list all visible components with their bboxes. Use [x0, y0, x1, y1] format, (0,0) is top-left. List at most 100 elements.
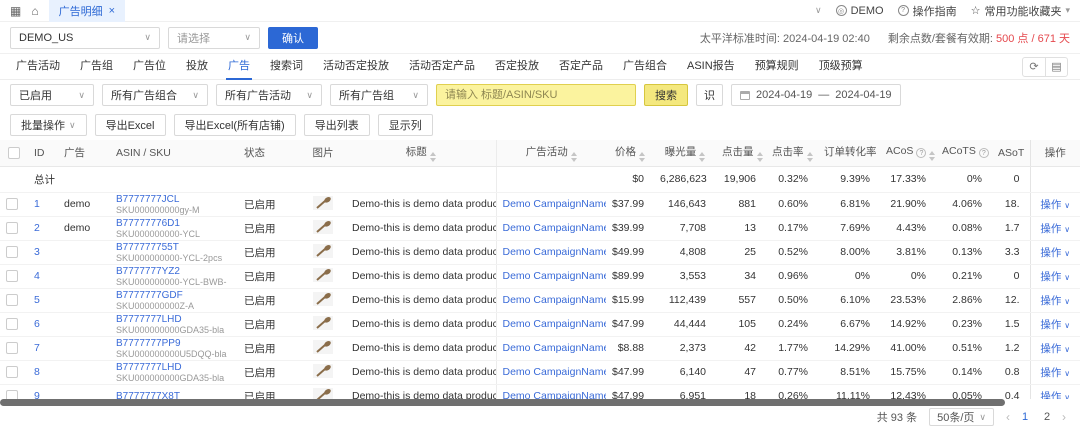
page-1[interactable]: 1 [1018, 411, 1032, 423]
header-price[interactable]: 价格 [606, 140, 654, 167]
row-action-link[interactable]: 操作 ∨ [1040, 271, 1070, 283]
close-icon[interactable]: × [109, 5, 115, 17]
export-excel-all-stores-button[interactable]: 导出Excel(所有店铺) [173, 114, 296, 136]
portfolio-filter-select[interactable]: 所有广告组合 ∨ [102, 84, 208, 106]
asin-link[interactable]: B7777777PP9 [116, 338, 181, 349]
date-range-picker[interactable]: 2024-04-19 — 2024-04-19 [731, 84, 901, 106]
sort-icon[interactable] [570, 151, 577, 162]
campaign-link[interactable]: Demo CampaignName [503, 222, 607, 234]
bulk-actions-button[interactable]: 批量操作 ∨ [10, 114, 87, 136]
next-page-icon[interactable]: › [1062, 410, 1066, 424]
adgroup-filter-select[interactable]: 所有广告组 ∨ [330, 84, 428, 106]
nav-item-8[interactable]: 活动否定产品 [399, 54, 485, 80]
search-button[interactable]: 搜索 [644, 84, 688, 106]
nav-item-13[interactable]: 预算规则 [745, 54, 809, 80]
asin-link[interactable]: B7777777LHD [116, 314, 182, 325]
product-image[interactable] [313, 315, 333, 330]
row-checkbox[interactable] [6, 294, 18, 307]
nav-item-5[interactable]: 广告 [218, 54, 260, 80]
export-excel-button[interactable]: 导出Excel [94, 114, 166, 136]
product-image[interactable] [313, 363, 333, 378]
export-list-button[interactable]: 导出列表 [303, 114, 370, 136]
ad-id-link[interactable]: 6 [34, 318, 40, 330]
asin-link[interactable]: B77777776D1 [116, 218, 180, 229]
ad-id-link[interactable]: 1 [34, 198, 40, 210]
home-icon[interactable]: ⌂ [31, 5, 38, 17]
sort-icon[interactable] [429, 151, 436, 162]
page-2[interactable]: 2 [1040, 411, 1054, 423]
nav-item-9[interactable]: 否定投放 [485, 54, 549, 80]
row-action-link[interactable]: 操作 ∨ [1040, 247, 1070, 259]
row-action-link[interactable]: 操作 ∨ [1040, 367, 1070, 379]
campaign-link[interactable]: Demo CampaignName [503, 366, 607, 378]
header-title[interactable]: 标题 [346, 140, 496, 167]
ad-id-link[interactable]: 7 [34, 342, 40, 354]
ad-id-link[interactable]: 3 [34, 246, 40, 258]
nav-item-7[interactable]: 活动否定投放 [313, 54, 399, 80]
header-clicks[interactable]: 点击量 [716, 140, 766, 167]
ad-id-link[interactable]: 4 [34, 270, 40, 282]
nav-item-1[interactable]: 广告活动 [6, 54, 70, 80]
header-campaign[interactable]: 广告活动 [495, 140, 606, 167]
nav-item-4[interactable]: 投放 [176, 54, 218, 80]
row-checkbox[interactable] [6, 246, 18, 259]
campaign-link[interactable]: Demo CampaignName [503, 318, 607, 330]
row-checkbox[interactable] [6, 222, 18, 235]
nav-item-10[interactable]: 否定产品 [549, 54, 613, 80]
show-columns-button[interactable]: 显示列 [377, 114, 433, 136]
sort-icon[interactable] [699, 151, 706, 162]
header-acos[interactable]: ACoS? [880, 140, 936, 167]
row-checkbox[interactable] [6, 318, 18, 331]
select-all-checkbox[interactable] [8, 146, 20, 159]
chevron-down-icon[interactable]: ∨ [815, 6, 822, 15]
product-image[interactable] [313, 219, 333, 234]
asin-link[interactable]: B7777777LHD [116, 362, 182, 373]
row-action-link[interactable]: 操作 ∨ [1040, 319, 1070, 331]
ad-id-link[interactable]: 2 [34, 222, 40, 234]
row-action-link[interactable]: 操作 ∨ [1040, 199, 1070, 211]
row-action-link[interactable]: 操作 ∨ [1040, 223, 1070, 235]
row-action-link[interactable]: 操作 ∨ [1040, 295, 1070, 307]
campaign-filter-select[interactable]: 所有广告活动 ∨ [216, 84, 322, 106]
sort-icon[interactable] [639, 151, 645, 162]
sort-icon[interactable] [756, 151, 763, 162]
refresh-icon[interactable]: ⟳ [1023, 58, 1045, 76]
sort-icon[interactable] [806, 151, 813, 162]
row-checkbox[interactable] [6, 342, 18, 355]
asin-link[interactable]: B7777777JCL [116, 194, 179, 205]
row-checkbox[interactable] [6, 270, 18, 283]
product-image[interactable] [313, 195, 333, 210]
page-size-select[interactable]: 50条/页 ∨ [929, 408, 994, 426]
search-input[interactable] [436, 84, 636, 106]
store-select[interactable]: DEMO_US ∨ [10, 26, 160, 49]
nav-item-12[interactable]: ASIN报告 [677, 54, 745, 80]
product-image[interactable] [313, 243, 333, 258]
campaign-link[interactable]: Demo CampaignName [503, 270, 607, 282]
sort-icon[interactable] [929, 150, 936, 161]
account-menu[interactable]: ◎ DEMO [835, 5, 884, 17]
header-impressions[interactable]: 曝光量 [654, 140, 716, 167]
ad-id-link[interactable]: 5 [34, 294, 40, 306]
nav-item-2[interactable]: 广告组 [70, 54, 123, 80]
product-image[interactable] [313, 267, 333, 282]
secondary-select[interactable]: 请选择 ∨ [168, 26, 260, 49]
help-icon[interactable]: ? [879, 149, 880, 160]
campaign-link[interactable]: Demo CampaignName [503, 294, 607, 306]
apps-grid-icon[interactable]: ▦ [10, 5, 21, 17]
horizontal-scrollbar-thumb[interactable] [0, 399, 1005, 406]
asin-link[interactable]: B7777777YZ2 [116, 266, 180, 277]
header-acots[interactable]: ACoTS? [936, 140, 992, 167]
campaign-link[interactable]: Demo CampaignName [503, 246, 607, 258]
header-cvr[interactable]: 订单转化率? [818, 140, 880, 167]
prev-page-icon[interactable]: ‹ [1006, 410, 1010, 424]
row-checkbox[interactable] [6, 366, 18, 379]
guide-link[interactable]: ? 操作指南 [897, 3, 957, 19]
column-settings-icon[interactable]: ▤ [1045, 57, 1067, 76]
row-checkbox[interactable] [6, 198, 18, 211]
asin-link[interactable]: B777777755T [116, 242, 179, 253]
tab-ad-detail[interactable]: 广告明细 × [48, 0, 126, 22]
nav-item-3[interactable]: 广告位 [123, 54, 176, 80]
asin-link[interactable]: B7777777GDF [116, 290, 183, 301]
campaign-link[interactable]: Demo CampaignName [503, 342, 607, 354]
campaign-link[interactable]: Demo CampaignName [503, 198, 607, 210]
